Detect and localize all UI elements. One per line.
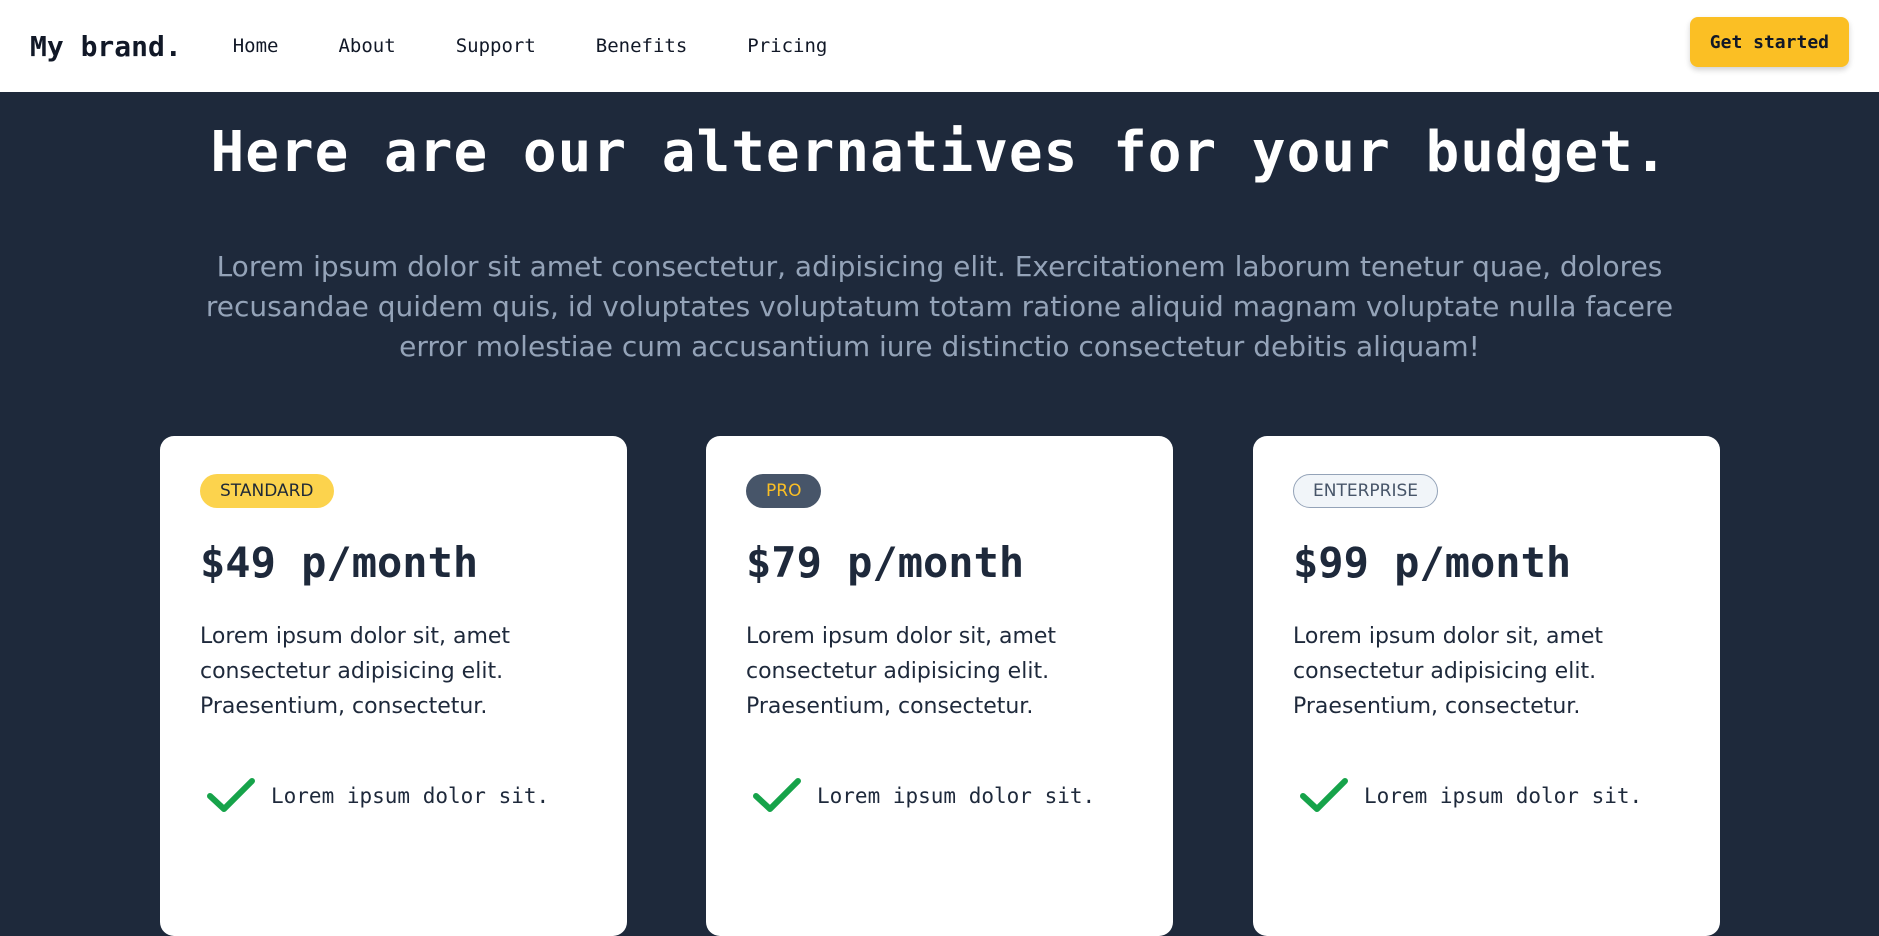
plan-feature-text: Lorem ipsum dolor sit. [271,784,550,808]
nav-link-support[interactable]: Support [456,35,536,57]
plan-feature: Lorem ipsum dolor sit. [200,776,587,816]
main-nav: Home About Support Benefits Pricing [233,35,888,57]
hero-subtitle: Lorem ipsum dolor sit amet consectetur, … [205,250,1674,363]
top-navbar: My brand. Home About Support Benefits Pr… [0,0,1879,92]
plan-badge: STANDARD [200,474,334,508]
plan-price: $79 p/month [746,538,1025,587]
plan-feature: Lorem ipsum dolor sit. [1293,776,1680,816]
brand-logo[interactable]: My brand. [30,30,182,63]
check-icon [207,778,255,812]
nav-link-home[interactable]: Home [233,35,279,57]
nav-link-about[interactable]: About [338,35,395,57]
pricing-card-enterprise: ENTERPRISE $99 p/month Lorem ipsum dolor… [1253,436,1720,936]
hero-title: Here are our alternatives for your budge… [210,120,1669,185]
plan-description: Lorem ipsum dolor sit, amet consectetur … [1293,624,1604,719]
check-icon [1300,778,1348,812]
plan-price: $49 p/month [200,538,479,587]
nav-link-benefits[interactable]: Benefits [596,35,688,57]
pricing-card-pro: PRO $79 p/month Lorem ipsum dolor sit, a… [706,436,1173,936]
nav-link-pricing[interactable]: Pricing [747,35,827,57]
plan-badge: ENTERPRISE [1293,474,1439,508]
plan-description: Lorem ipsum dolor sit, amet consectetur … [746,624,1057,719]
plan-feature-text: Lorem ipsum dolor sit. [1364,784,1643,808]
check-icon [753,778,801,812]
pricing-card-standard: STANDARD $49 p/month Lorem ipsum dolor s… [160,436,627,936]
plan-badge: PRO [746,474,822,508]
plan-feature-text: Lorem ipsum dolor sit. [817,784,1096,808]
plan-feature: Lorem ipsum dolor sit. [746,776,1133,816]
plan-price: $99 p/month [1293,538,1572,587]
plan-description: Lorem ipsum dolor sit, amet consectetur … [200,624,511,719]
get-started-button[interactable]: Get started [1689,17,1849,67]
